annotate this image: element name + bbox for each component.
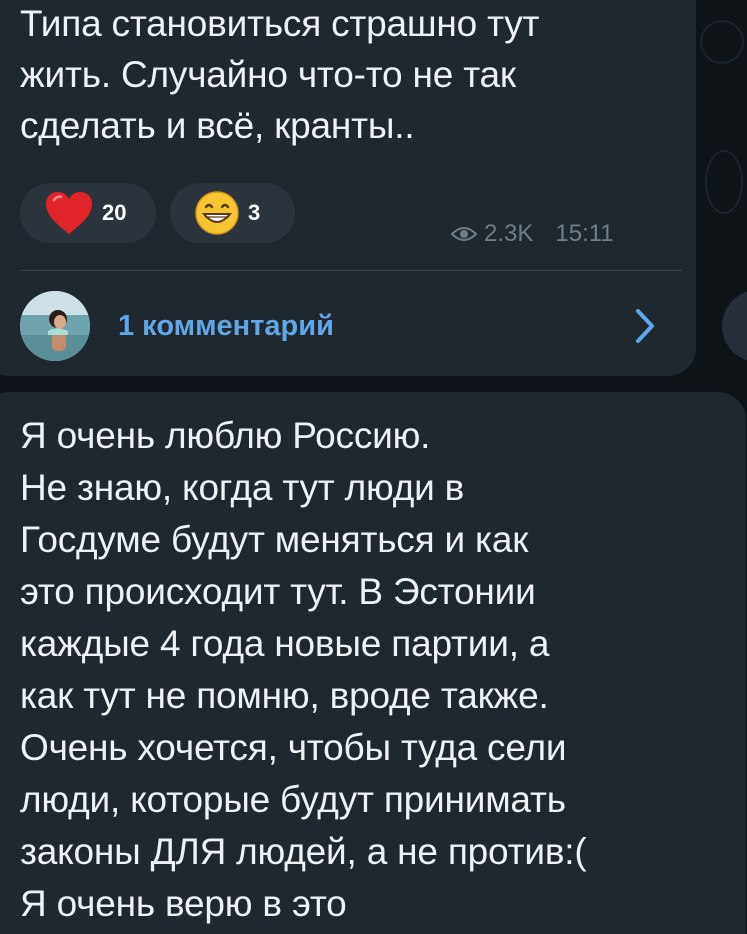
reaction-grin-count: 3 bbox=[248, 200, 261, 225]
comments-button[interactable]: 1 комментарий bbox=[20, 290, 680, 362]
chevron-right-icon bbox=[636, 309, 654, 343]
comments-divider bbox=[20, 270, 682, 271]
post-time: 15:11 bbox=[555, 220, 614, 247]
avatar bbox=[20, 291, 90, 361]
grinning-face-icon bbox=[195, 191, 239, 235]
reaction-heart-count: 20 bbox=[102, 200, 127, 225]
reaction-heart[interactable]: 20 bbox=[20, 183, 156, 243]
background-doodle bbox=[700, 20, 744, 64]
avatar-image bbox=[20, 291, 90, 361]
post-meta: 2.3K 15:11 bbox=[450, 220, 614, 248]
post-text: Типа становиться страшно тут жить. Случа… bbox=[20, 3, 540, 146]
message-text: Я очень люблю Россию. Не знаю, когда тут… bbox=[20, 415, 587, 924]
comments-count-label: 1 комментарий bbox=[118, 309, 334, 342]
eye-icon bbox=[450, 227, 478, 241]
reaction-grin[interactable]: 3 bbox=[170, 183, 295, 243]
background-doodle bbox=[705, 150, 743, 214]
heart-icon bbox=[46, 192, 92, 234]
view-count: 2.3K bbox=[484, 220, 534, 247]
chat-background: Типа становиться страшно тут жить. Случа… bbox=[0, 0, 747, 934]
share-button[interactable] bbox=[722, 290, 747, 362]
